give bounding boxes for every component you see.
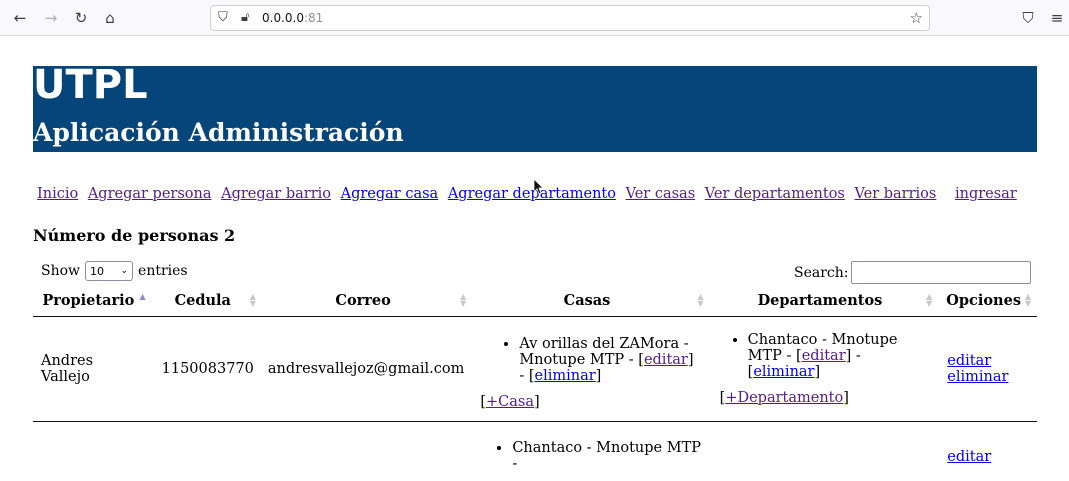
header-banner: UTPL Aplicación Administración [33,62,1037,152]
column-header-cedula[interactable]: Cedula ▲ ▼ [151,285,262,317]
cell-casas: Av orillas del ZAMora - Mnotupe MTP - [e… [472,316,710,422]
edit-persona-link[interactable]: editar [947,449,991,465]
search-label: Search: [794,264,849,281]
sort-asc-icon: ▲ [139,292,146,301]
cell-correo: andresvallejoz@gmail.com [261,316,473,422]
menu-inicio[interactable]: Inicio [37,186,78,202]
logo: UTPL [33,62,148,108]
delete-persona-link[interactable]: eliminar [947,369,1029,385]
list-item: Av orillas del ZAMora - Mnotupe MTP - [e… [519,336,701,384]
menu-ingresar[interactable]: ingresar [955,186,1017,202]
back-icon[interactable]: ← [9,7,31,29]
address-bar[interactable]: ⛉ 🔓︎ 0.0.0.0:81 ☆ [210,5,930,31]
sort-icon: ▲ ▼ [249,292,256,308]
menu-ver-departamentos[interactable]: Ver departamentos [705,186,845,202]
delete-casa-link[interactable]: eliminar [535,368,596,384]
browser-toolbar: ← → ↻ ⌂ ⛉ 🔓︎ 0.0.0.0:81 ☆ ⛉ ≡ [0,0,1069,36]
menu-agregar-departamento[interactable]: Agregar departamento [448,186,616,202]
entries-label: entries [138,263,188,279]
add-departamento-link[interactable]: +Departamento [725,390,843,406]
cell-propietario: Andres Vallejo [33,316,152,422]
add-casa-link[interactable]: +Casa [486,394,534,410]
sort-icon: ▲ ▼ [460,292,467,308]
column-header-opciones[interactable]: Opciones ▲ ▼ [938,285,1037,317]
entries-value: 10 [90,264,105,278]
table-search: Search: [794,261,1031,284]
reload-icon[interactable]: ↻ [70,7,92,29]
table-row: Chantaco - Mnotupe MTP - editar [33,421,1037,481]
chevron-down-icon: ⌄ [120,266,129,276]
edit-persona-link[interactable]: editar [947,353,1029,369]
lock-insecure-icon[interactable]: 🔓︎ [241,10,249,25]
personas-table: Propietario ▲ Cedula ▲ ▼ Correo ▲ ▼ Casas ▲ ▼ D… [33,285,1037,481]
entries-length-control: Show 10 ⌄ entries [41,261,188,281]
menu-agregar-barrio[interactable]: Agregar barrio [221,186,331,202]
menu-agregar-casa[interactable]: Agregar casa [341,186,439,202]
list-item: Chantaco - Mnotupe MTP - [512,440,701,472]
menu-icon[interactable]: ≡ [1046,7,1068,29]
cell-departamentos: Chantaco - Mnotupe MTP - [editar] - [eli… [709,316,939,422]
menu-agregar-persona[interactable]: Agregar persona [88,186,212,202]
cell-opciones: editar eliminar [938,316,1037,422]
home-icon[interactable]: ⌂ [99,7,121,29]
mouse-cursor-icon [534,179,544,195]
edit-departamento-link[interactable]: editar [802,348,846,364]
column-header-casas[interactable]: Casas ▲ ▼ [472,285,710,317]
shield-icon[interactable]: ⛉ [218,10,228,25]
sort-icon: ▲ ▼ [697,292,704,308]
table-row: Andres Vallejo 1150083770 andresvallejoz… [33,316,1037,422]
pocket-icon[interactable]: ⛉ [1017,7,1039,29]
delete-departamento-link[interactable]: eliminar [753,364,814,380]
edit-casa-link[interactable]: editar [644,352,688,368]
list-item: Chantaco - Mnotupe MTP - [editar] - [eli… [748,332,931,380]
sort-icon: ▲ ▼ [1024,292,1031,308]
show-label: Show [41,263,81,279]
cell-cedula: 1150083770 [151,316,262,422]
app-title: Aplicación Administración [33,118,404,147]
forward-icon[interactable]: → [40,7,62,29]
column-header-departamentos[interactable]: Departamentos ▲ ▼ [709,285,939,317]
bookmark-star-icon[interactable]: ☆ [910,9,923,27]
main-menu: Inicio Agregar persona Agregar barrio Ag… [37,186,1022,202]
menu-ver-barrios[interactable]: Ver barrios [854,186,936,202]
column-header-propietario[interactable]: Propietario ▲ [33,285,152,317]
search-input[interactable] [850,261,1031,284]
menu-ver-casas[interactable]: Ver casas [626,186,696,202]
url-text: 0.0.0.0:81 [262,11,324,25]
page-title: Número de personas 2 [33,226,236,245]
column-header-correo[interactable]: Correo ▲ ▼ [261,285,473,317]
entries-select[interactable]: 10 ⌄ [85,261,134,281]
sort-icon: ▲ ▼ [926,292,933,308]
